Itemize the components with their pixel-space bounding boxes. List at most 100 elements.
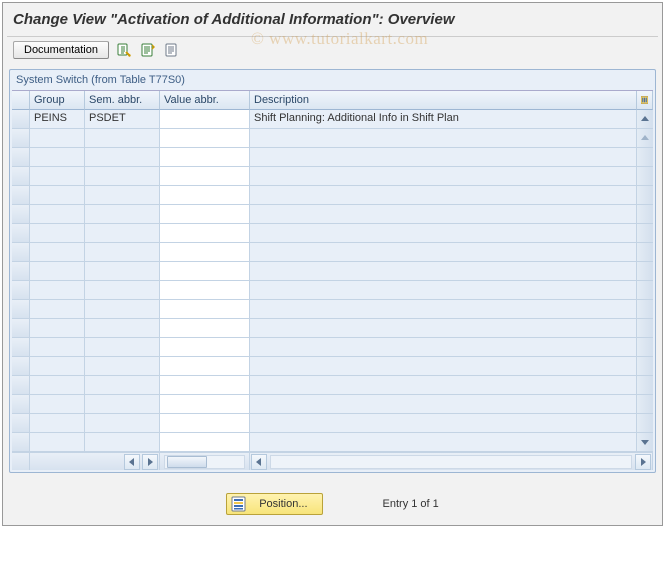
cell-sem-abbr (85, 205, 160, 224)
cell-value-abbr (160, 167, 250, 186)
cell-sem-abbr (85, 357, 160, 376)
cell-group (30, 357, 85, 376)
scroll-left-2-icon[interactable] (251, 454, 267, 470)
cell-value-abbr (160, 224, 250, 243)
cell-description (250, 281, 637, 300)
row-selector[interactable] (12, 300, 30, 319)
cell-sem-abbr: PSDET (85, 110, 160, 129)
deselect-all-icon[interactable] (163, 41, 181, 59)
cell-group (30, 414, 85, 433)
cell-sem-abbr (85, 224, 160, 243)
system-switch-panel: System Switch (from Table T77S0) Group S… (9, 69, 656, 473)
cell-value-abbr (160, 205, 250, 224)
cell-description (250, 186, 637, 205)
row-selector[interactable] (12, 281, 30, 300)
cell-value-abbr (160, 281, 250, 300)
row-selector[interactable] (12, 110, 30, 129)
vscroll-track[interactable] (637, 338, 653, 357)
cell-value-abbr (160, 357, 250, 376)
cell-sem-abbr (85, 167, 160, 186)
cell-description (250, 224, 637, 243)
cell-group (30, 338, 85, 357)
position-label: Position... (259, 498, 307, 510)
row-selector[interactable] (12, 167, 30, 186)
cell-sem-abbr (85, 262, 160, 281)
cell-description (250, 338, 637, 357)
row-selector[interactable] (12, 262, 30, 281)
row-selector[interactable] (12, 376, 30, 395)
vscroll-track[interactable] (637, 167, 653, 186)
cell-value-abbr (160, 243, 250, 262)
row-selector[interactable] (12, 433, 30, 452)
vscroll-track[interactable] (637, 148, 653, 167)
configure-columns-icon[interactable] (637, 91, 653, 110)
vscroll-track[interactable] (637, 395, 653, 414)
cell-sem-abbr (85, 281, 160, 300)
cell-sem-abbr (85, 319, 160, 338)
cell-group (30, 167, 85, 186)
vscroll-track[interactable] (637, 186, 653, 205)
vscroll-track[interactable] (637, 243, 653, 262)
scroll-left-icon[interactable] (124, 454, 140, 470)
vscroll-track[interactable] (637, 129, 653, 148)
col-sem-abbr[interactable]: Sem. abbr. (85, 91, 160, 110)
row-selector[interactable] (12, 319, 30, 338)
hscroll-row (12, 452, 653, 470)
cell-value-abbr (160, 319, 250, 338)
cell-value-abbr[interactable] (160, 110, 250, 129)
cell-description (250, 433, 637, 452)
hscroll-thumb-1[interactable] (167, 456, 207, 468)
cell-group (30, 186, 85, 205)
cell-description (250, 319, 637, 338)
documentation-button[interactable]: Documentation (13, 41, 109, 59)
cell-value-abbr (160, 338, 250, 357)
display-change-icon[interactable] (115, 41, 133, 59)
cell-description (250, 262, 637, 281)
select-all-icon[interactable] (139, 41, 157, 59)
scroll-up-icon[interactable] (637, 110, 653, 129)
cell-group (30, 319, 85, 338)
vscroll-track[interactable] (637, 376, 653, 395)
cell-group (30, 262, 85, 281)
row-selector[interactable] (12, 205, 30, 224)
cell-value-abbr (160, 186, 250, 205)
vscroll-track[interactable] (637, 224, 653, 243)
position-button[interactable]: Position... (226, 493, 322, 515)
vscroll-track[interactable] (637, 205, 653, 224)
page-title: Change View "Activation of Additional In… (13, 11, 455, 28)
cell-value-abbr (160, 148, 250, 167)
row-selector[interactable] (12, 186, 30, 205)
vscroll-track[interactable] (637, 414, 653, 433)
col-description[interactable]: Description (250, 91, 637, 110)
vscroll-track[interactable] (637, 281, 653, 300)
hscroll-track-1[interactable] (164, 455, 245, 469)
row-selector[interactable] (12, 395, 30, 414)
vscroll-track[interactable] (637, 262, 653, 281)
cell-value-abbr (160, 433, 250, 452)
vscroll-track[interactable] (637, 300, 653, 319)
row-selector[interactable] (12, 224, 30, 243)
cell-group (30, 395, 85, 414)
cell-value-abbr (160, 262, 250, 281)
row-selector[interactable] (12, 129, 30, 148)
cell-value-abbr (160, 129, 250, 148)
vscroll-track[interactable] (637, 357, 653, 376)
cell-group: PEINS (30, 110, 85, 129)
cell-sem-abbr (85, 395, 160, 414)
row-selector[interactable] (12, 148, 30, 167)
cell-group (30, 243, 85, 262)
hscroll-track-2[interactable] (270, 455, 632, 469)
scroll-right-2-icon[interactable] (635, 454, 651, 470)
row-selector[interactable] (12, 357, 30, 376)
row-selector[interactable] (12, 338, 30, 357)
col-group[interactable]: Group (30, 91, 85, 110)
cell-description (250, 129, 637, 148)
scroll-down-icon[interactable] (637, 433, 653, 452)
row-selector[interactable] (12, 414, 30, 433)
value-abbr-input[interactable] (160, 110, 249, 128)
col-value-abbr[interactable]: Value abbr. (160, 91, 250, 110)
scroll-right-icon[interactable] (142, 454, 158, 470)
row-selector[interactable] (12, 243, 30, 262)
cell-value-abbr (160, 300, 250, 319)
vscroll-track[interactable] (637, 319, 653, 338)
